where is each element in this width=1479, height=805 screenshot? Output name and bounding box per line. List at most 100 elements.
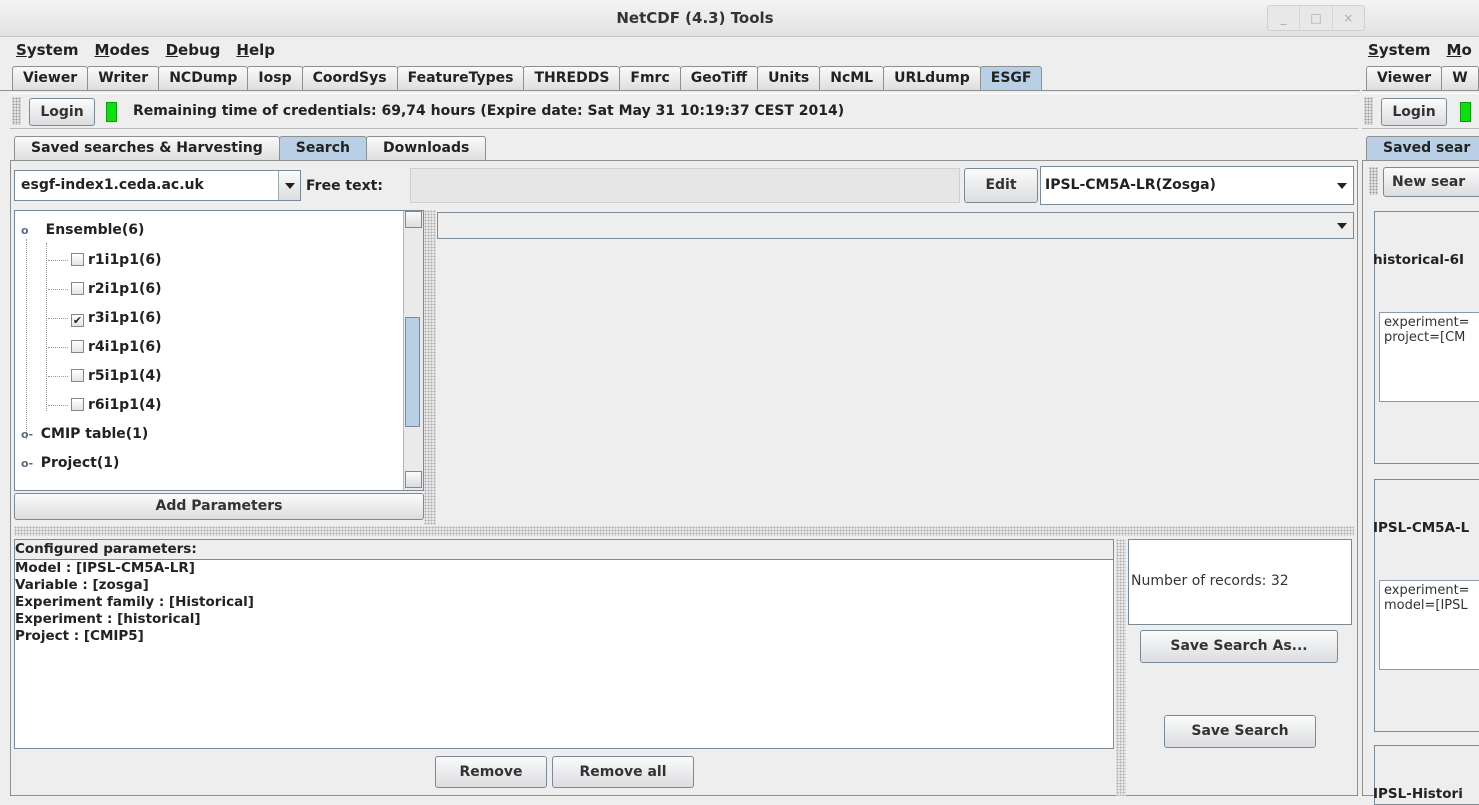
tree-leaf-r2i1p1[interactable]: r2i1p1(6) xyxy=(71,281,162,297)
credentials-text: Remaining time of credentials: 69,74 hou… xyxy=(133,103,845,119)
subtab-downloads[interactable]: Downloads xyxy=(365,136,487,160)
facet-tree: o Ensemble(6) r1i1p1(6) r2i1p1(6) ✔ r3i1p… xyxy=(14,210,424,491)
tree-leaf-r6i1p1[interactable]: r6i1p1(4) xyxy=(71,397,162,413)
add-parameters-button[interactable]: Add Parameters xyxy=(14,493,424,520)
free-text-label: Free text: xyxy=(306,178,383,194)
saved-search-card-details: experiment= project=[CM xyxy=(1379,312,1479,402)
tree-node-ensemble[interactable]: o Ensemble(6) xyxy=(21,222,144,238)
tree-scrollbar[interactable] xyxy=(403,211,423,490)
toolbar-grip[interactable] xyxy=(12,97,21,125)
tree-node-cmip-table[interactable]: o- CMIP table(1) xyxy=(21,426,148,442)
title-bar: NetCDF (4.3) Tools _ □ × xyxy=(0,0,1479,37)
menu-modes[interactable]: Modes xyxy=(93,41,152,59)
config-line-project: Project : [CMIP5] xyxy=(15,628,144,644)
right-tab-viewer[interactable]: Viewer xyxy=(1366,66,1443,90)
config-line-experiment-family: Experiment family : [Historical] xyxy=(15,594,254,610)
close-button[interactable]: × xyxy=(1333,6,1364,30)
tree-leaf-r3i1p1[interactable]: ✔ r3i1p1(6) xyxy=(71,310,162,327)
free-text-input[interactable] xyxy=(410,168,960,203)
main-tabs: Viewer Writer NCDump Iosp CoordSys Featu… xyxy=(0,66,1360,91)
config-line-model: Model : [IPSL-CM5A-LR] xyxy=(15,560,195,576)
tab-iosp[interactable]: Iosp xyxy=(247,66,303,90)
tab-geotiff[interactable]: GeoTiff xyxy=(679,66,759,90)
tree-leaf-label: r5i1p1(4) xyxy=(88,368,162,384)
facet-values-select[interactable] xyxy=(437,212,1354,239)
right-toolbar: Login xyxy=(1362,93,1479,129)
vertical-split-divider[interactable] xyxy=(424,210,436,525)
window-controls: _ □ × xyxy=(1267,5,1365,31)
tab-urldump[interactable]: URLdump xyxy=(883,66,981,90)
tab-viewer[interactable]: Viewer xyxy=(12,66,89,90)
checkbox-icon[interactable] xyxy=(71,253,84,266)
right-login-button[interactable]: Login xyxy=(1381,98,1447,126)
config-line-variable: Variable : [zosga] xyxy=(15,577,149,593)
checkbox-icon[interactable] xyxy=(71,398,84,411)
tree-node-label: CMIP table(1) xyxy=(40,426,149,442)
subtab-saved-searches[interactable]: Saved searches & Harvesting xyxy=(14,136,280,160)
menu-system[interactable]: System xyxy=(14,41,81,59)
right-subtab-saved[interactable]: Saved sear xyxy=(1366,136,1479,160)
configured-parameters-header: Configured parameters: xyxy=(15,541,197,557)
collapse-knob-icon: o- xyxy=(21,428,34,441)
tab-units[interactable]: Units xyxy=(757,66,821,90)
checkbox-icon[interactable] xyxy=(71,369,84,382)
right-saved-panel: New sear historical-6I experiment= proje… xyxy=(1362,161,1479,805)
tree-leaf-label: r4i1p1(6) xyxy=(88,339,162,355)
right-panel-grip[interactable] xyxy=(1369,167,1378,195)
tree-leaf-label: r2i1p1(6) xyxy=(88,281,162,297)
tab-featuretypes[interactable]: FeatureTypes xyxy=(396,66,525,90)
right-menu-modes[interactable]: Mo xyxy=(1445,41,1474,59)
remove-button[interactable]: Remove xyxy=(435,756,547,788)
checkbox-icon[interactable] xyxy=(71,282,84,295)
configured-parameters-list[interactable]: Model : [IPSL-CM5A-LR] Variable : [zosga… xyxy=(15,559,1113,748)
scroll-up-arrow-icon[interactable] xyxy=(405,211,422,228)
tab-coordsys[interactable]: CoordSys xyxy=(301,66,398,90)
tree-leaf-r5i1p1[interactable]: r5i1p1(4) xyxy=(71,368,162,384)
tab-esgf[interactable]: ESGF xyxy=(979,66,1043,90)
edit-button[interactable]: Edit xyxy=(964,168,1038,203)
checkbox-checked-icon[interactable]: ✔ xyxy=(71,314,84,327)
saved-search-card-title: IPSL-CM5A-L xyxy=(1373,520,1470,536)
horizontal-split-divider[interactable] xyxy=(14,526,1354,536)
remove-all-button[interactable]: Remove all xyxy=(552,756,694,788)
tab-ncml[interactable]: NcML xyxy=(819,66,885,90)
window-title: NetCDF (4.3) Tools xyxy=(616,9,774,27)
tree-node-project[interactable]: o- Project(1) xyxy=(21,455,119,471)
tree-node-label: Project(1) xyxy=(40,455,120,471)
tab-ncdump[interactable]: NCDump xyxy=(158,66,249,90)
menu-help[interactable]: Help xyxy=(234,41,277,59)
index-node-select[interactable]: esgf-index1.ceda.ac.uk xyxy=(14,170,301,201)
tab-thredds[interactable]: THREDDS xyxy=(523,66,621,90)
chevron-down-icon xyxy=(1331,167,1353,204)
menu-debug[interactable]: Debug xyxy=(164,41,223,59)
tab-fmrc[interactable]: Fmrc xyxy=(619,66,681,90)
scroll-down-arrow-icon[interactable] xyxy=(405,471,422,488)
save-search-button[interactable]: Save Search xyxy=(1164,715,1316,748)
minimize-button[interactable]: _ xyxy=(1268,6,1301,30)
saved-search-card-details: experiment= model=[IPSL xyxy=(1379,580,1479,670)
tab-writer[interactable]: Writer xyxy=(87,66,160,90)
scroll-thumb[interactable] xyxy=(405,317,420,427)
maximize-button[interactable]: □ xyxy=(1300,6,1333,30)
chevron-down-icon xyxy=(1331,213,1353,238)
right-subtabs: Saved sear xyxy=(1362,136,1479,161)
saved-search-card[interactable]: IPSL-CM5A-L experiment= model=[IPSL xyxy=(1373,479,1479,732)
card-detail-line: project=[CM xyxy=(1384,330,1466,345)
subtab-search[interactable]: Search xyxy=(278,136,367,160)
bottom-split-divider[interactable] xyxy=(1116,539,1126,796)
saved-search-select[interactable]: IPSL-CM5A-LR(Zosga) xyxy=(1040,166,1354,205)
right-menu-system[interactable]: System xyxy=(1366,41,1433,59)
login-button[interactable]: Login xyxy=(29,98,95,126)
right-toolbar-grip[interactable] xyxy=(1364,97,1373,125)
saved-search-card[interactable]: IPSL-Histori xyxy=(1373,745,1479,805)
right-tab-writer[interactable]: W xyxy=(1441,66,1479,90)
checkbox-icon[interactable] xyxy=(71,340,84,353)
save-search-as-button[interactable]: Save Search As... xyxy=(1140,630,1338,663)
credentials-status-indicator xyxy=(106,102,117,122)
tree-leaf-r4i1p1[interactable]: r4i1p1(6) xyxy=(71,339,162,355)
right-main-tabs: Viewer W xyxy=(1362,66,1479,91)
new-search-button[interactable]: New sear xyxy=(1383,167,1479,197)
saved-search-card[interactable]: historical-6I experiment= project=[CM xyxy=(1373,211,1479,464)
records-count: Number of records: 32 xyxy=(1131,573,1289,589)
tree-leaf-r1i1p1[interactable]: r1i1p1(6) xyxy=(71,252,162,268)
